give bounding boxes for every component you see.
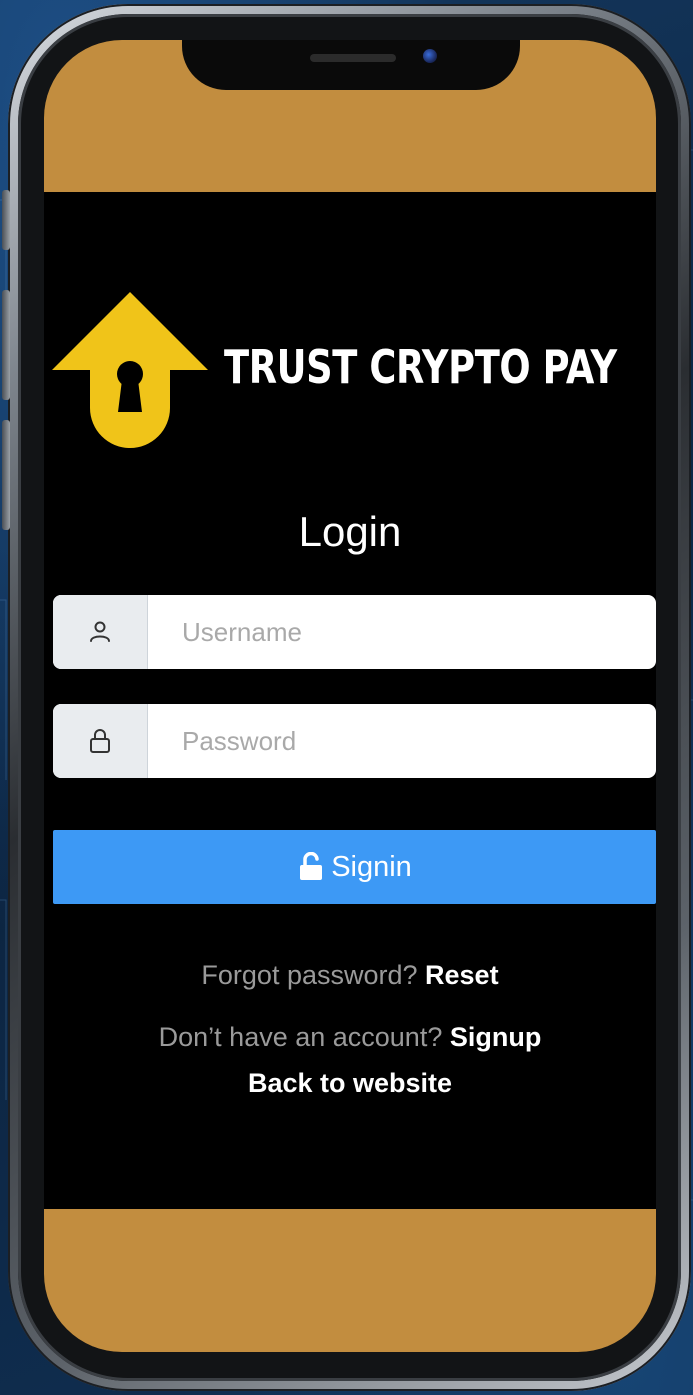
house-keyhole-icon	[52, 292, 208, 448]
reset-link[interactable]: Reset	[425, 960, 499, 990]
forgot-password-line: Forgot password? Reset	[44, 960, 656, 991]
username-addon	[53, 595, 148, 669]
signup-line: Don’t have an account? Signup	[44, 1022, 656, 1053]
phone-volume-up-button	[2, 290, 10, 400]
brand-name: TRUST CRYPTO PAY	[224, 340, 617, 394]
password-input[interactable]	[148, 704, 656, 778]
signin-button[interactable]: Signin	[53, 830, 656, 904]
phone-volume-down-button	[2, 420, 10, 530]
username-input[interactable]	[148, 595, 656, 669]
back-to-website-link[interactable]: Back to website	[248, 1068, 452, 1098]
unlock-icon	[300, 852, 323, 880]
password-input-group	[53, 704, 656, 778]
back-to-website-line: Back to website	[44, 1068, 656, 1099]
lock-icon	[90, 729, 110, 753]
phone-notch	[182, 40, 520, 90]
bottom-band	[44, 1209, 656, 1352]
brand-logo: TRUST CRYPTO PAY	[50, 290, 656, 454]
login-title: Login	[298, 508, 402, 555]
phone-side-button	[2, 190, 10, 250]
signup-prompt: Don’t have an account?	[158, 1022, 443, 1052]
user-icon	[90, 621, 110, 642]
password-addon	[53, 704, 148, 778]
signup-link[interactable]: Signup	[450, 1022, 541, 1052]
username-input-group	[53, 595, 656, 669]
signin-label: Signin	[331, 850, 412, 883]
phone-screen: TRUST CRYPTO PAY Login Signin Forgot pas…	[44, 40, 656, 1352]
speaker-grille	[310, 54, 396, 62]
front-camera	[423, 49, 437, 63]
forgot-password-prompt: Forgot password?	[201, 960, 418, 990]
